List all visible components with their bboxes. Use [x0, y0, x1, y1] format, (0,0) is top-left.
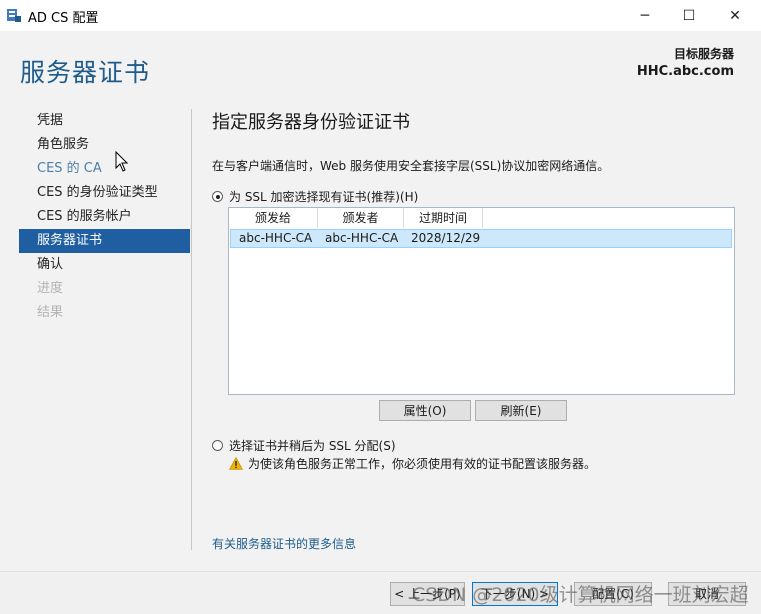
window-title: AD CS 配置: [28, 11, 99, 26]
minimize-button[interactable]: ─: [622, 0, 668, 31]
wizard-step-nav: 凭据 角色服务 CES 的 CA CES 的身份验证类型 CES 的服务帐户 服…: [19, 109, 190, 325]
option-later-cert[interactable]: 选择证书并稍后为 SSL 分配(S): [212, 437, 396, 454]
nav-item-ces-ca[interactable]: CES 的 CA: [19, 157, 190, 181]
option-existing-cert-label: 为 SSL 加密选择现有证书(推荐)(H): [229, 190, 419, 204]
maximize-button[interactable]: ☐: [666, 0, 712, 31]
description-text: 在与客户端通信时，Web 服务使用安全套接字层(SSL)协议加密网络通信。: [212, 159, 610, 173]
nav-item-ces-service-account[interactable]: CES 的服务帐户: [19, 205, 190, 229]
refresh-button[interactable]: 刷新(E): [475, 400, 567, 421]
column-issued-by[interactable]: 颁发者: [318, 208, 404, 228]
radio-existing-cert[interactable]: [212, 191, 223, 202]
next-button[interactable]: 下一步(N) >: [472, 582, 558, 606]
target-server-label: 目标服务器: [673, 47, 734, 61]
close-button[interactable]: ✕: [712, 0, 758, 31]
cell-issued-by: abc-HHC-CA: [325, 231, 399, 245]
nav-item-confirmation[interactable]: 确认: [19, 253, 190, 277]
nav-item-server-certificate[interactable]: 服务器证书: [19, 229, 190, 253]
certificate-list-header: 颁发给 颁发者 过期时间: [229, 208, 483, 228]
nav-item-credentials[interactable]: 凭据: [19, 109, 190, 133]
nav-item-ces-auth-type[interactable]: CES 的身份验证类型: [19, 181, 190, 205]
configure-button[interactable]: 配置(C): [574, 582, 652, 606]
nav-item-role-services[interactable]: 角色服务: [19, 133, 190, 157]
option-later-cert-label: 选择证书并稍后为 SSL 分配(S): [229, 439, 396, 453]
cancel-button[interactable]: 取消: [668, 582, 746, 606]
title-bar: AD CS 配置 ─ ☐ ✕: [0, 0, 761, 31]
certificate-list[interactable]: 颁发给 颁发者 过期时间 abc-HHC-CA abc-HHC-CA 2028/…: [228, 207, 735, 395]
column-issued-to[interactable]: 颁发给: [229, 208, 318, 228]
column-expiration[interactable]: 过期时间: [404, 208, 483, 228]
properties-button[interactable]: 属性(O): [379, 400, 471, 421]
target-server-value: HHC.abc.com: [636, 64, 734, 79]
page-title: 服务器证书: [20, 58, 151, 87]
warning-text: 为使该角色服务正常工作，你必须使用有效的证书配置该服务器。: [248, 457, 597, 471]
warning-message: 为使该角色服务正常工作，你必须使用有效的证书配置该服务器。: [229, 455, 596, 472]
nav-divider: [191, 109, 192, 550]
option-existing-cert[interactable]: 为 SSL 加密选择现有证书(推荐)(H): [212, 188, 418, 205]
wizard-footer: < 上一步(P) 下一步(N) > 配置(C) 取消 CSDN @2020级计算…: [0, 571, 761, 614]
previous-button[interactable]: < 上一步(P): [390, 582, 465, 606]
section-title: 指定服务器身份验证证书: [212, 112, 410, 133]
more-info-link[interactable]: 有关服务器证书的更多信息: [212, 535, 356, 552]
nav-item-progress: 进度: [37, 281, 64, 296]
table-row[interactable]: abc-HHC-CA abc-HHC-CA 2028/12/29: [230, 229, 732, 248]
cell-expiration: 2028/12/29: [411, 231, 481, 245]
nav-item-results: 结果: [37, 305, 64, 320]
mouse-cursor-icon: [115, 151, 129, 172]
warning-icon: [229, 457, 243, 470]
radio-later-cert[interactable]: [212, 440, 223, 451]
wizard-body: 服务器证书 目标服务器 HHC.abc.com 凭据 角色服务 CES 的 CA…: [0, 31, 761, 571]
cell-issued-to: abc-HHC-CA: [239, 231, 313, 245]
server-manager-icon: [7, 9, 21, 22]
